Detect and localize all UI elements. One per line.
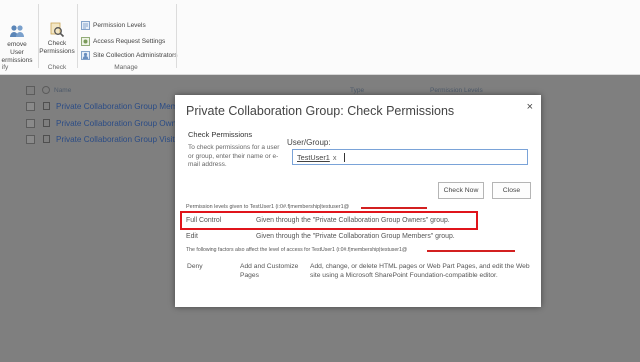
magnifier-icon — [50, 22, 65, 38]
ribbon-separator — [176, 4, 177, 68]
site-collection-admins-button[interactable]: Site Collection Administrators — [81, 50, 178, 61]
given-to-text: Permission levels given to TestUser1 (i:… — [186, 204, 350, 210]
dialog-title: Private Collaboration Group: Check Permi… — [186, 104, 455, 118]
group-label-modify: ify — [1, 64, 9, 71]
check-permissions-button[interactable]: Check Permissions — [39, 22, 75, 56]
row-checkbox[interactable] — [26, 118, 35, 128]
user-group-label: User/Group: — [287, 138, 331, 147]
list-item: Private Collaboration Group Owners — [26, 116, 188, 130]
close-button[interactable]: Close — [492, 182, 531, 199]
check-label-2: Permissions — [39, 48, 75, 55]
list-item: Private Collaboration Group Membe — [26, 99, 187, 113]
user-group-input[interactable]: TestUser1 x — [292, 149, 528, 165]
row-checkbox[interactable] — [26, 101, 35, 111]
group-label-manage: Manage — [114, 64, 138, 71]
remove-user-label-1: emove User — [7, 41, 27, 56]
group-icon — [43, 119, 50, 127]
factor-permission: Add and Customize Pages — [240, 263, 299, 279]
ribbon: emove User ermissions ify Check Permissi… — [0, 0, 640, 75]
group-link[interactable]: Private Collaboration Group Owners — [56, 119, 188, 128]
factor-description: Add, change, or delete HTML pages or Web… — [310, 263, 530, 279]
group-icon — [43, 135, 50, 143]
site-admins-label: Site Collection Administrators — [93, 52, 178, 59]
group-label-check: Check — [47, 64, 67, 71]
manage-group: Permission Levels Access Request Setting… — [81, 0, 191, 74]
group-link[interactable]: Private Collaboration Group Visitors — [56, 135, 186, 144]
access-request-icon — [81, 37, 90, 46]
check-label-1: Check — [47, 40, 67, 47]
highlight-box — [180, 211, 478, 230]
permission-source: Given through the "Private Collaboration… — [256, 233, 455, 240]
redaction-mark — [361, 207, 427, 209]
row-checkbox[interactable] — [26, 134, 35, 144]
remove-token-icon[interactable]: x — [333, 153, 337, 162]
close-icon[interactable]: × — [527, 101, 533, 113]
column-header-type[interactable]: Type — [350, 87, 364, 94]
factors-text: The following factors also affect the le… — [186, 247, 408, 253]
info-icon — [42, 86, 50, 94]
access-request-settings-button[interactable]: Access Request Settings — [81, 36, 165, 47]
factor-name: Deny — [187, 263, 203, 270]
redaction-mark — [427, 250, 515, 252]
list-item: Private Collaboration Group Visitors — [26, 132, 186, 146]
permission-levels-icon — [81, 21, 90, 30]
select-all-checkbox[interactable] — [26, 86, 35, 95]
users-icon — [10, 25, 24, 37]
group-icon — [43, 102, 50, 110]
site-admins-icon — [81, 51, 90, 60]
column-header-permission-levels[interactable]: Permission Levels — [430, 87, 483, 94]
check-now-button[interactable]: Check Now — [438, 182, 484, 199]
ribbon-separator — [77, 4, 78, 68]
group-link[interactable]: Private Collaboration Group Membe — [56, 102, 187, 111]
section-description: To check permissions for a user or group… — [188, 144, 280, 168]
text-caret — [343, 152, 345, 162]
remove-user-label-2: ermissions — [1, 57, 33, 64]
section-heading: Check Permissions — [188, 130, 253, 139]
access-request-label: Access Request Settings — [93, 38, 166, 45]
permission-row: Edit Given through the "Private Collabor… — [186, 233, 455, 240]
permission-levels-label: Permission Levels — [93, 22, 146, 29]
check-permissions-dialog: Private Collaboration Group: Check Permi… — [175, 95, 541, 307]
user-token[interactable]: TestUser1 — [297, 153, 330, 162]
column-header-name[interactable]: Name — [54, 87, 71, 94]
permission-level: Edit — [186, 233, 198, 240]
permission-levels-button[interactable]: Permission Levels — [81, 20, 146, 31]
remove-user-permissions-button[interactable]: emove User ermissions — [0, 23, 34, 65]
